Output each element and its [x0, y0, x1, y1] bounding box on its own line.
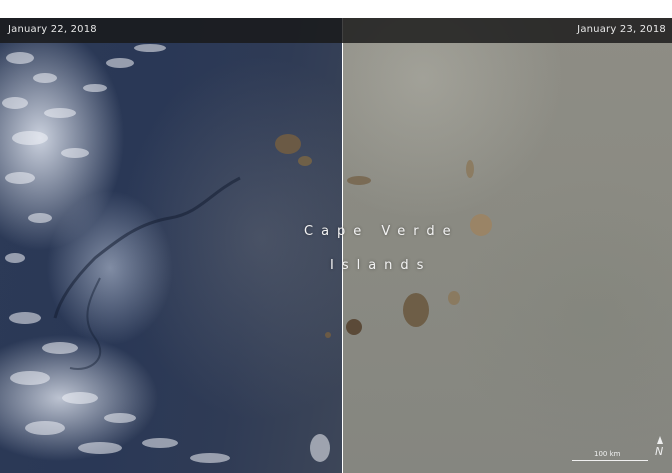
scale-bar: 100 km [572, 450, 648, 462]
island-santiago [403, 293, 429, 327]
satellite-comparison-image: January 22, 2018 January 23, 2018 Cape V… [0, 18, 672, 473]
right-satellite-panel [343, 18, 672, 473]
island-sao-nicolau [347, 176, 371, 185]
north-letter: N [655, 445, 664, 458]
island-sal [466, 160, 474, 178]
date-bar: January 22, 2018 January 23, 2018 [0, 18, 672, 43]
island-fogo [346, 319, 362, 335]
north-arrow-glyph [657, 436, 663, 444]
date-left: January 22, 2018 [8, 24, 97, 35]
island-boa-vista [470, 214, 492, 236]
region-label-line1: Cape Verde [304, 224, 459, 239]
region-label-line2: Islands [330, 258, 432, 273]
island-sao-vicente [298, 156, 312, 166]
date-right: January 23, 2018 [577, 24, 666, 35]
island-maio [448, 291, 460, 305]
left-satellite-panel [0, 18, 342, 473]
scale-text: 100 km [594, 450, 621, 458]
cloud-streets [2, 44, 330, 463]
scale-line [572, 460, 648, 461]
island-brava [325, 332, 331, 338]
north-arrow-icon: N [652, 436, 668, 462]
island-santo-antao [275, 134, 301, 154]
comparison-divider[interactable] [342, 18, 343, 473]
